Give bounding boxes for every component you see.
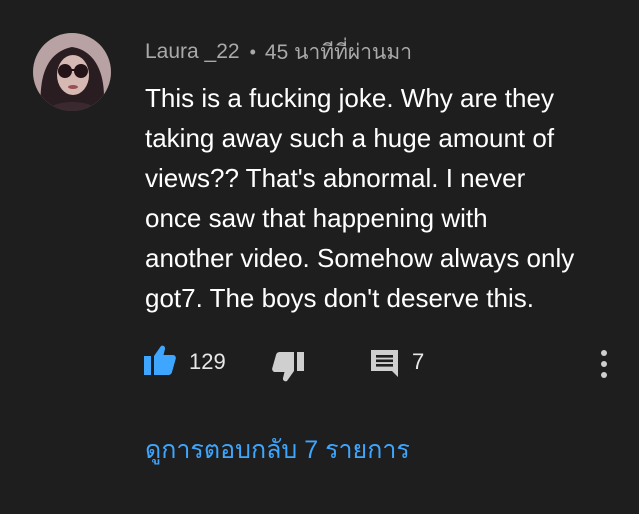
comment-line: This is a fucking joke. Why are they <box>145 83 554 113</box>
comment-actions: 129 7 <box>0 340 639 384</box>
timestamp: 45 นาทีที่ผ่านมา <box>264 40 413 64</box>
comment-meta: Laura _22 • 45 นาทีที่ผ่านมา <box>145 37 412 67</box>
view-replies-link[interactable]: ดูการตอบกลับ 7 รายการ <box>145 430 410 470</box>
thumbs-up-icon[interactable] <box>144 345 176 375</box>
reply-count: 7 <box>412 349 425 374</box>
avatar[interactable] <box>33 33 111 111</box>
meta-separator: • <box>249 41 256 62</box>
comment-line: another video. Somehow always only <box>145 243 575 273</box>
comment-line: once saw that happening with <box>145 203 488 233</box>
comment-line: taking away such a huge amount of <box>145 123 555 153</box>
thumbs-down-icon[interactable] <box>272 352 304 382</box>
comment-icon[interactable] <box>371 350 398 377</box>
like-count: 129 <box>189 349 226 374</box>
comment-text: This is a fucking joke. Why are they tak… <box>145 78 625 318</box>
avatar-image <box>33 33 111 111</box>
more-vertical-icon[interactable] <box>596 349 612 379</box>
comment-line: views?? That's abnormal. I never <box>145 163 526 193</box>
author-name[interactable]: Laura _22 <box>145 40 240 64</box>
comment-line: got7. The boys don't deserve this. <box>145 283 534 313</box>
